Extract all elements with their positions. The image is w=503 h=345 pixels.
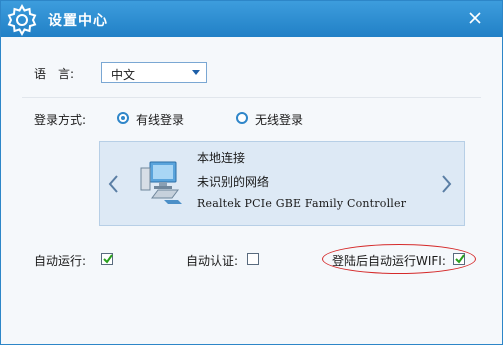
- wired-login-radio[interactable]: [117, 112, 129, 124]
- checkmark-icon: [103, 254, 113, 264]
- autoauth-checkbox[interactable]: [247, 253, 259, 265]
- autorun-label: 自动运行:: [34, 254, 87, 268]
- wireless-login-radio[interactable]: [236, 112, 248, 124]
- language-label: 语 言:: [34, 67, 75, 81]
- settings-window: 设置中心 语 言: 中文 登录方式: 有线登录 无线登录 本地连接 未识别的网络…: [0, 0, 503, 345]
- dropdown-arrow-icon: [192, 70, 200, 75]
- language-selected-value: 中文: [111, 68, 136, 82]
- settings-content: 语 言: 中文 登录方式: 有线登录 无线登录 本地连接 未识别的网络 Real…: [1, 37, 502, 344]
- wired-login-label[interactable]: 有线登录: [136, 111, 184, 128]
- adapter-name: 本地连接: [197, 151, 246, 165]
- network-adapter-panel: 本地连接 未识别的网络 Realtek PCIe GBE Family Cont…: [99, 141, 465, 226]
- login-method-label: 登录方式:: [34, 113, 87, 127]
- wireless-login-label[interactable]: 无线登录: [255, 111, 303, 128]
- autoauth-label: 自动认证:: [186, 254, 239, 268]
- adapter-status: 未识别的网络: [197, 175, 270, 189]
- gear-icon: [7, 3, 37, 37]
- title-bar[interactable]: 设置中心: [1, 1, 502, 37]
- close-icon[interactable]: [464, 8, 486, 28]
- language-select[interactable]: 中文: [101, 62, 207, 83]
- highlight-annotation-ellipse: [322, 244, 476, 274]
- network-computer-icon: [140, 161, 182, 204]
- divider: [22, 97, 481, 98]
- adapter-device: Realtek PCIe GBE Family Controller: [197, 197, 407, 210]
- autorun-checkbox[interactable]: [101, 253, 113, 265]
- chevron-left-icon[interactable]: [107, 174, 119, 194]
- chevron-right-icon[interactable]: [441, 174, 453, 194]
- window-title: 设置中心: [48, 13, 108, 29]
